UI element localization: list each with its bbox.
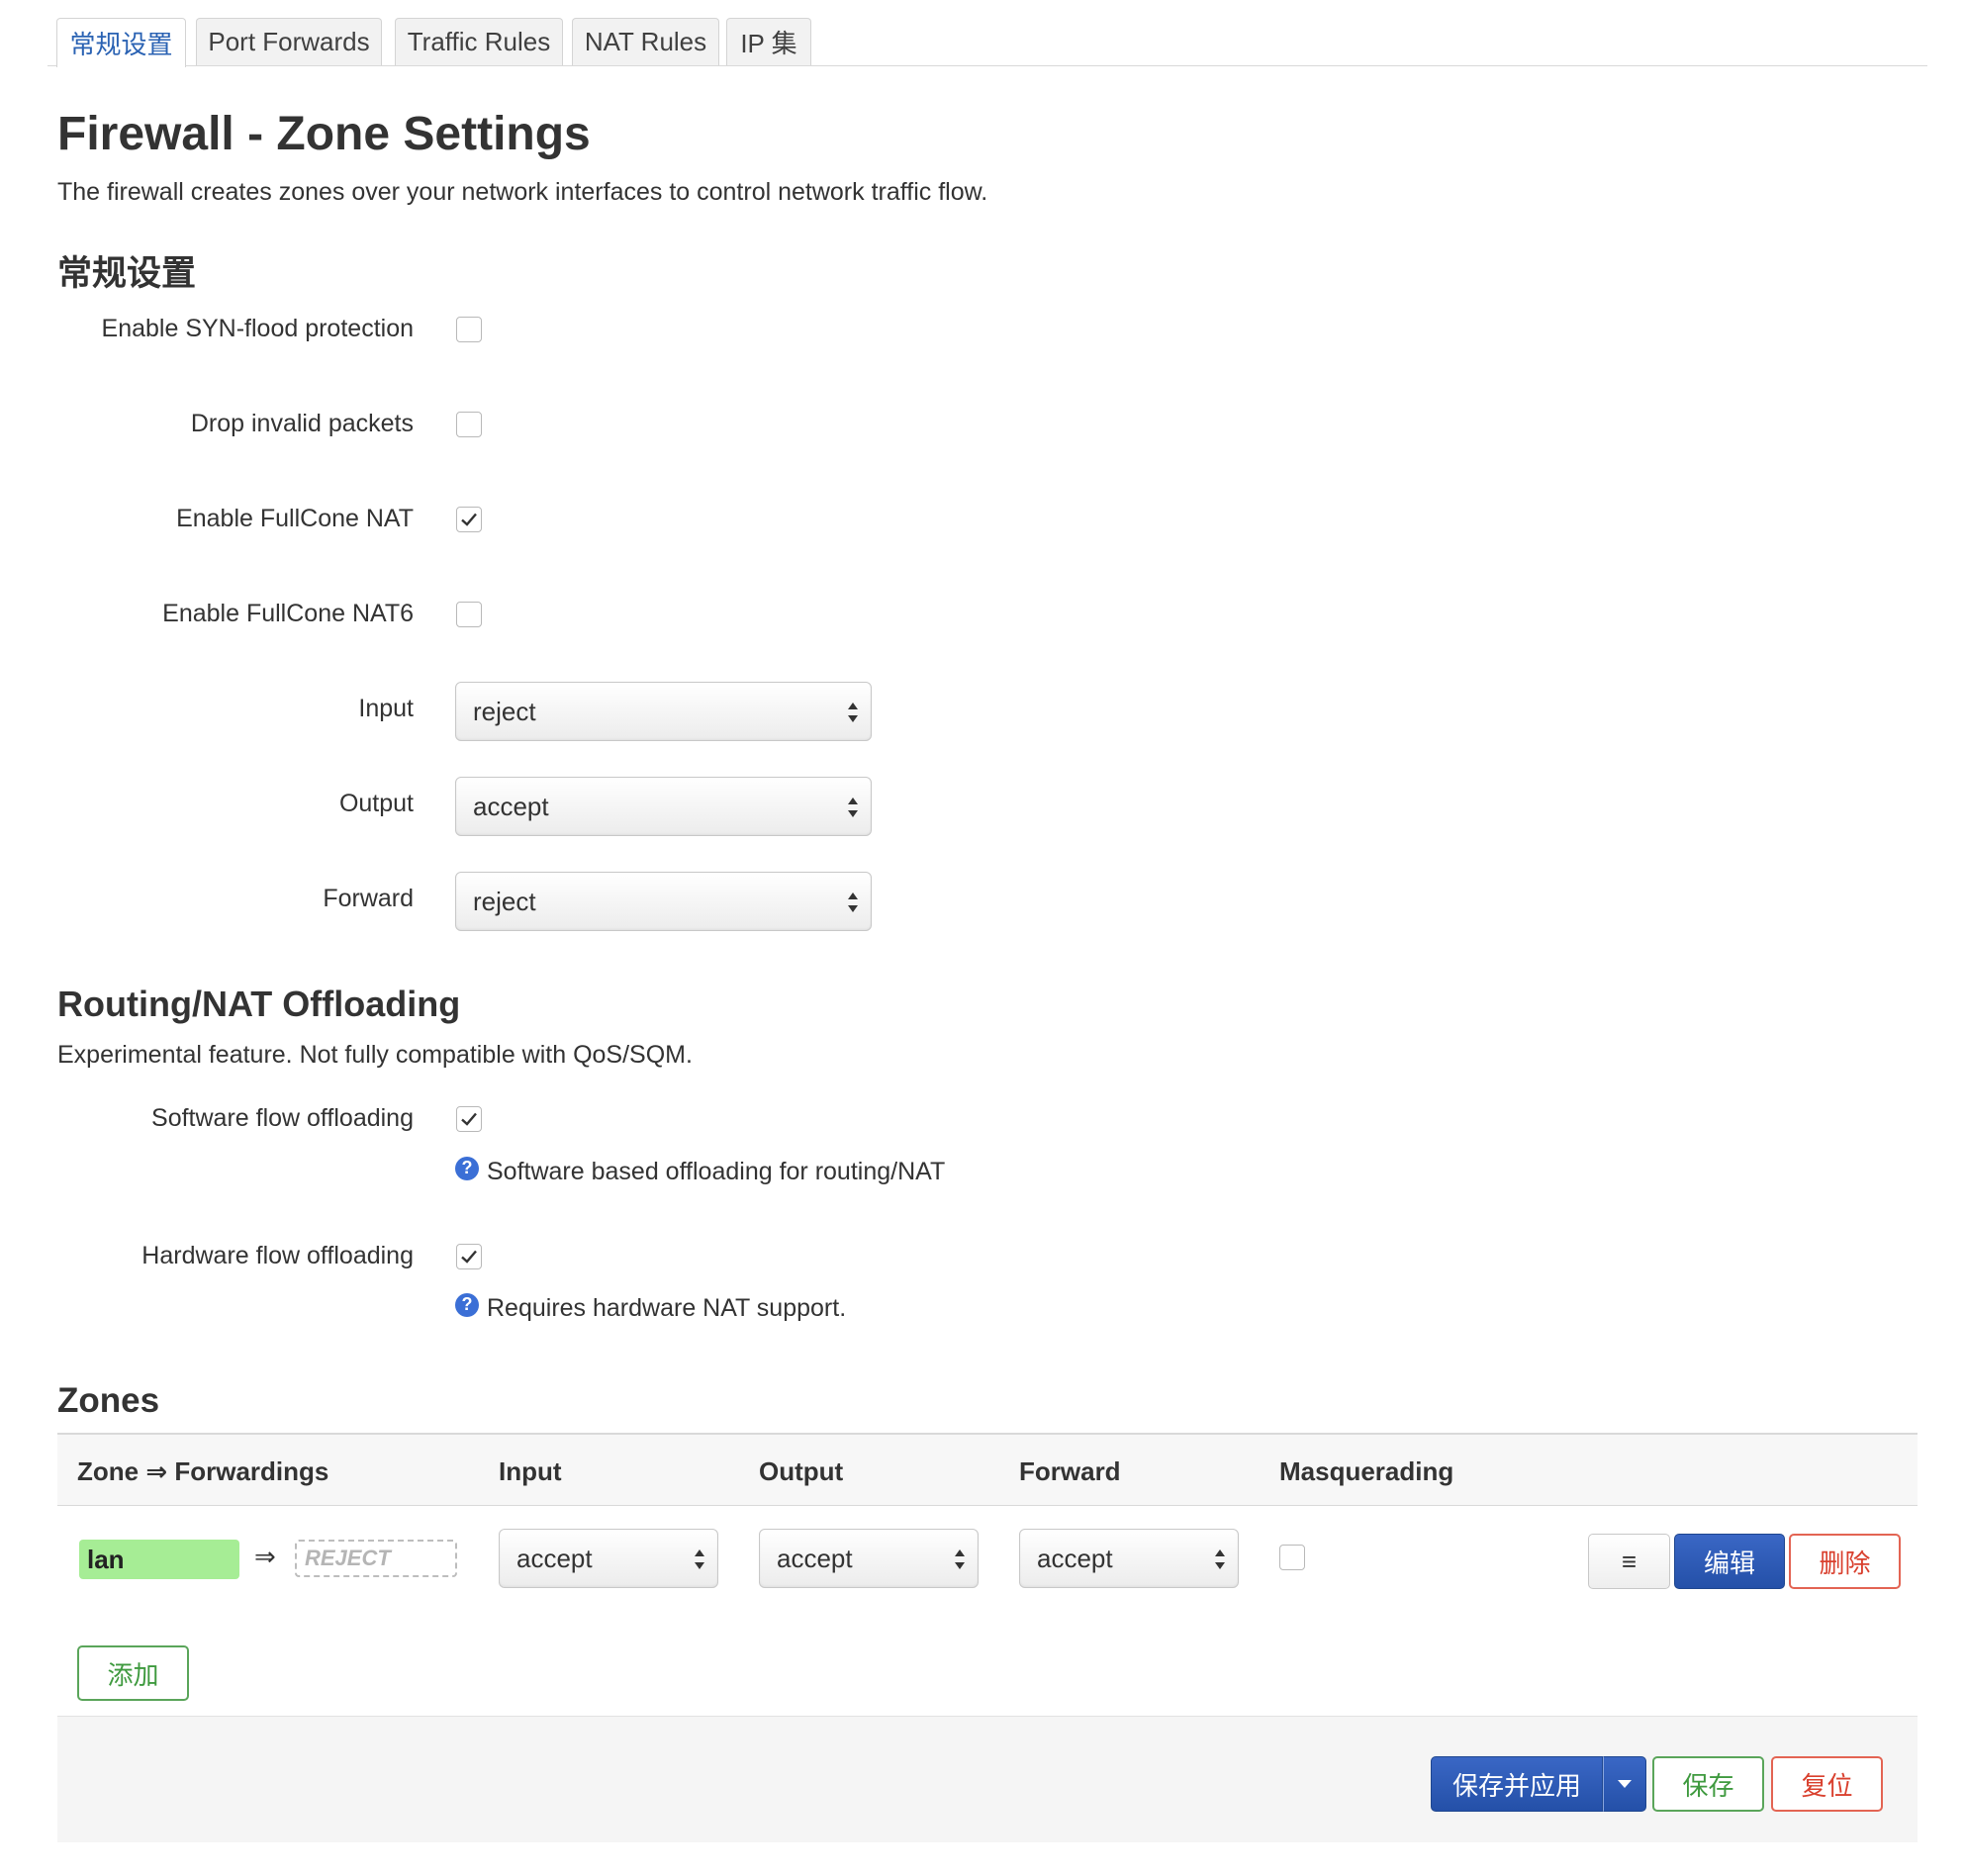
hardware-offloading-help: ? Requires hardware NAT support.: [455, 1292, 847, 1323]
select-value: reject: [473, 886, 536, 916]
tab-label: 常规设置: [69, 30, 173, 59]
button-label: 添加: [107, 1659, 159, 1690]
help-icon: ?: [455, 1292, 479, 1317]
zone-input-select[interactable]: accept: [499, 1529, 718, 1588]
column-masquerading: Masquerading: [1279, 1455, 1454, 1486]
select-value: accept: [473, 791, 549, 821]
tab-traffic-rules[interactable]: Traffic Rules: [395, 18, 563, 65]
fullcone-nat6-label: Enable FullCone NAT6: [162, 600, 414, 627]
save-apply-button[interactable]: 保存并应用: [1431, 1756, 1603, 1812]
forward-policy-label: Forward: [323, 885, 414, 912]
tab-nat-rules[interactable]: NAT Rules: [572, 18, 719, 65]
fullcone-nat-label: Enable FullCone NAT: [176, 505, 414, 532]
help-text: Requires hardware NAT support.: [487, 1294, 847, 1322]
select-arrows-icon: [1215, 1549, 1225, 1569]
button-label: 保存: [1682, 1770, 1734, 1801]
select-value: reject: [473, 696, 536, 726]
select-value: accept: [1037, 1543, 1113, 1573]
zones-heading: Zones: [57, 1381, 160, 1420]
add-zone-button[interactable]: 添加: [77, 1645, 189, 1701]
output-policy-select[interactable]: accept: [455, 777, 872, 836]
software-offloading-label: Software flow offloading: [151, 1104, 414, 1132]
checkmark-icon: [461, 1112, 477, 1126]
select-arrows-icon: [848, 703, 858, 722]
offloading-heading: Routing/NAT Offloading: [57, 984, 461, 1024]
page-description: The firewall creates zones over your net…: [57, 178, 988, 206]
software-offloading-checkbox[interactable]: [456, 1106, 482, 1132]
input-policy-select[interactable]: reject: [455, 682, 872, 741]
checkmark-icon: [461, 1250, 477, 1264]
zone-output-select[interactable]: accept: [759, 1529, 979, 1588]
tab-port-forwards[interactable]: Port Forwards: [196, 18, 382, 65]
reset-button[interactable]: 复位: [1771, 1756, 1883, 1812]
tab-label: Traffic Rules: [407, 27, 551, 56]
forwarding-target: REJECT: [295, 1540, 457, 1577]
drop-invalid-checkbox[interactable]: [456, 412, 482, 437]
drop-invalid-label: Drop invalid packets: [190, 410, 414, 437]
button-label: 编辑: [1703, 1548, 1755, 1578]
delete-zone-button[interactable]: 删除: [1789, 1534, 1901, 1589]
select-value: accept: [777, 1543, 853, 1573]
zone-forward-select[interactable]: accept: [1019, 1529, 1239, 1588]
tab-ip-sets[interactable]: IP 集: [726, 18, 811, 65]
tab-label: NAT Rules: [584, 27, 707, 56]
select-arrows-icon: [848, 892, 858, 912]
syn-flood-checkbox[interactable]: [456, 317, 482, 342]
help-icon: ?: [455, 1156, 479, 1180]
column-input: Input: [499, 1455, 562, 1486]
fullcone-nat6-checkbox[interactable]: [456, 602, 482, 627]
column-forward: Forward: [1019, 1455, 1121, 1486]
zone-name-badge: lan: [79, 1540, 239, 1579]
save-apply-dropdown-button[interactable]: [1603, 1756, 1646, 1812]
forwarding-arrow: ⇒: [254, 1542, 276, 1571]
select-value: accept: [516, 1543, 593, 1573]
select-arrows-icon: [695, 1549, 704, 1569]
input-policy-label: Input: [358, 695, 414, 722]
select-arrows-icon: [848, 797, 858, 817]
edit-zone-button[interactable]: 编辑: [1674, 1534, 1785, 1589]
button-label: 复位: [1801, 1770, 1853, 1801]
column-zone-forwardings: Zone ⇒ Forwardings: [77, 1455, 329, 1486]
drag-handle-icon: ≡: [1621, 1546, 1638, 1576]
software-offloading-help: ? Software based offloading for routing/…: [455, 1156, 946, 1186]
zone-masquerading-checkbox[interactable]: [1279, 1545, 1305, 1570]
save-button[interactable]: 保存: [1652, 1756, 1764, 1812]
drag-sort-button[interactable]: ≡: [1588, 1534, 1670, 1589]
forward-policy-select[interactable]: reject: [455, 872, 872, 931]
tabs-divider: [47, 65, 1927, 66]
select-arrows-icon: [955, 1549, 965, 1569]
hardware-offloading-label: Hardware flow offloading: [141, 1242, 414, 1269]
page-title: Firewall - Zone Settings: [57, 108, 591, 160]
general-settings-heading: 常规设置: [57, 254, 197, 293]
tab-label: Port Forwards: [208, 27, 370, 56]
tab-general-settings[interactable]: 常规设置: [56, 18, 186, 67]
help-text: Software based offloading for routing/NA…: [487, 1158, 946, 1185]
checkmark-icon: [461, 513, 477, 526]
tab-label: IP 集: [740, 29, 797, 58]
zones-table-header: Zone ⇒ Forwardings Input Output Forward …: [57, 1433, 1918, 1506]
output-policy-label: Output: [338, 790, 414, 817]
fullcone-nat-checkbox[interactable]: [456, 507, 482, 532]
button-label: 删除: [1819, 1548, 1871, 1578]
syn-flood-label: Enable SYN-flood protection: [101, 315, 414, 342]
column-output: Output: [759, 1455, 844, 1486]
caret-down-icon: [1618, 1780, 1632, 1788]
offloading-description: Experimental feature. Not fully compatib…: [57, 1041, 693, 1069]
button-label: 保存并应用: [1451, 1770, 1581, 1801]
hardware-offloading-checkbox[interactable]: [456, 1244, 482, 1269]
